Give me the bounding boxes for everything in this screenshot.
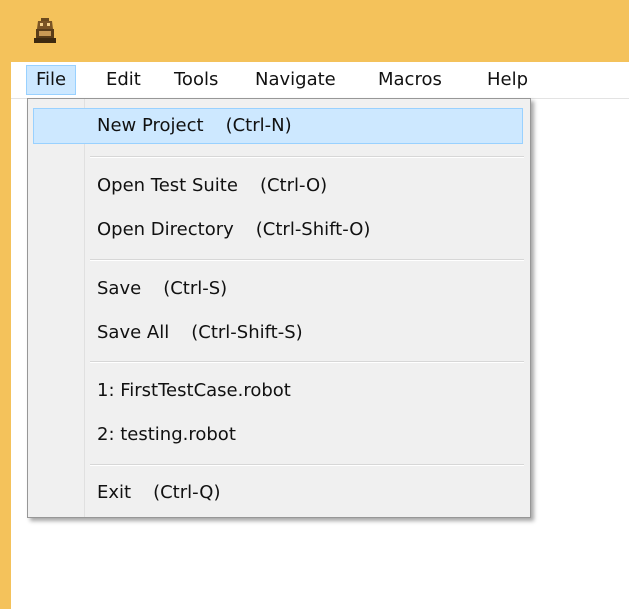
menu-separator [90,464,524,466]
menu-item-label: Open Directory (Ctrl-Shift-O) [97,219,371,240]
file-menu-dropdown: New Project (Ctrl-N) Open Test Suite (Ctrl… [27,98,531,518]
menu-item-new-project[interactable]: New Project (Ctrl-N) [33,108,523,144]
menu-help[interactable]: Help [478,65,537,95]
menu-item-open-test-suite[interactable]: Open Test Suite (Ctrl-O) [33,168,523,204]
menu-tools[interactable]: Tools [165,65,227,95]
menu-item-shortcut: (Ctrl-Q) [153,482,221,503]
menu-item-save-all[interactable]: Save All (Ctrl-Shift-S) [33,315,523,351]
window-left-border [0,62,11,609]
menu-item-label: Save (Ctrl-S) [97,278,228,299]
menu-item-label: 1: FirstTestCase.robot [97,380,291,401]
menu-item-label: Exit (Ctrl-Q) [97,482,221,503]
menu-macros[interactable]: Macros [369,65,451,95]
menu-item-recent-file-2[interactable]: 2: testing.robot [33,417,523,453]
menu-item-shortcut: (Ctrl-O) [259,175,328,196]
menu-item-shortcut: (Ctrl-N) [225,115,292,136]
menu-gutter-divider [84,99,85,517]
menu-separator [90,259,524,261]
menu-item-label: Open Test Suite (Ctrl-O) [97,175,328,196]
menu-item-open-directory[interactable]: Open Directory (Ctrl-Shift-O) [33,212,523,248]
menu-item-shortcut: (Ctrl-Shift-S) [191,322,303,343]
menu-edit[interactable]: Edit [97,65,150,95]
menu-item-save[interactable]: Save (Ctrl-S) [33,271,523,307]
menu-item-label: Save All (Ctrl-Shift-S) [97,322,303,343]
menu-separator [90,361,524,363]
menu-item-label: New Project (Ctrl-N) [97,115,292,136]
menu-item-shortcut: (Ctrl-S) [163,278,228,299]
title-bar [0,0,629,62]
menu-file[interactable]: File [26,65,77,95]
menu-item-label: 2: testing.robot [97,424,236,445]
menu-separator [90,156,524,158]
robot-app-icon[interactable] [33,17,57,45]
menu-item-shortcut: (Ctrl-Shift-O) [255,219,371,240]
menu-item-recent-file-1[interactable]: 1: FirstTestCase.robot [33,373,523,409]
menu-item-exit[interactable]: Exit (Ctrl-Q) [33,475,523,511]
menu-navigate[interactable]: Navigate [246,65,345,95]
menu-bar: File Edit Tools Navigate Macros Help [11,62,629,99]
